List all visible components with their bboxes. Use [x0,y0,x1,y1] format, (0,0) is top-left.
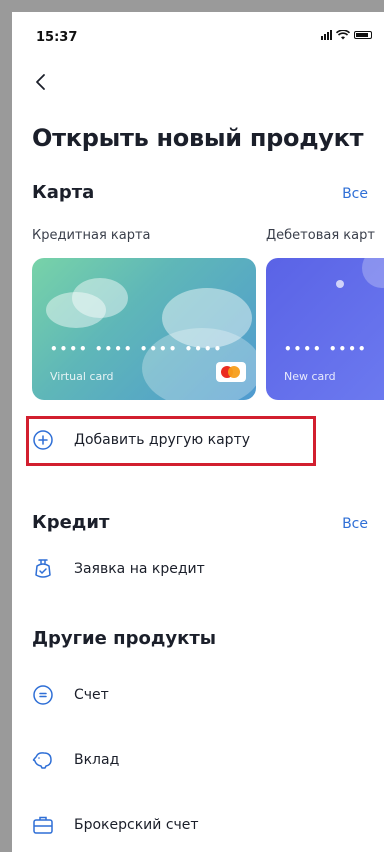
account-icon [33,685,53,705]
account-item[interactable]: Счет [32,684,109,706]
deposit-item[interactable]: Вклад [32,749,119,771]
phone-screen: 15:37 Открыть новый продукт Карта Все Кр… [12,12,384,852]
card-number-mask: •••• •••• •••• •••• [50,342,224,356]
card-caption: New card [284,370,336,383]
wifi-icon [336,30,350,40]
circle-decoration [362,258,384,288]
credit-all-link[interactable]: Все [342,516,368,532]
status-time: 15:37 [36,30,78,45]
section-title-cards: Карта [32,182,95,203]
page-title: Открыть новый продукт [32,124,364,152]
battery-icon [354,31,372,39]
add-card-button[interactable]: Добавить другую карту [32,429,250,451]
screenshot-frame: 15:37 Открыть новый продукт Карта Все Кр… [0,0,384,852]
card-caption: Virtual card [50,370,114,383]
piggy-bank-icon [32,752,52,769]
credit-application-label: Заявка на кредит [74,561,205,577]
credit-application-item[interactable]: Заявка на кредит [32,558,205,580]
account-label: Счет [74,687,109,703]
briefcase-icon [33,816,53,834]
deposit-label: Вклад [74,752,120,768]
debit-card[interactable]: •••• •••• New card [266,258,384,400]
credit-card[interactable]: •••• •••• •••• •••• Virtual card [32,258,256,400]
brokerage-label: Брокерский счет [74,817,199,833]
circle-decoration [336,280,344,288]
cloud-decoration [72,278,128,318]
brokerage-item[interactable]: Брокерский счет [32,814,199,836]
section-title-other: Другие продукты [32,628,217,649]
status-bar: 15:37 [12,12,384,56]
card-label-credit: Кредитная карта [32,228,151,243]
plus-circle-icon [33,430,53,450]
card-label-debit: Дебетовая карт [266,228,375,243]
cards-all-link[interactable]: Все [342,186,368,202]
system-icons [321,30,372,40]
wallet-clock-icon [35,559,51,578]
add-card-label: Добавить другую карту [74,432,251,448]
signal-icon [321,30,332,40]
card-number-mask: •••• •••• [284,342,368,356]
back-arrow-icon[interactable] [30,70,54,94]
mastercard-logo-icon [216,362,246,382]
section-title-credit: Кредит [32,512,110,533]
